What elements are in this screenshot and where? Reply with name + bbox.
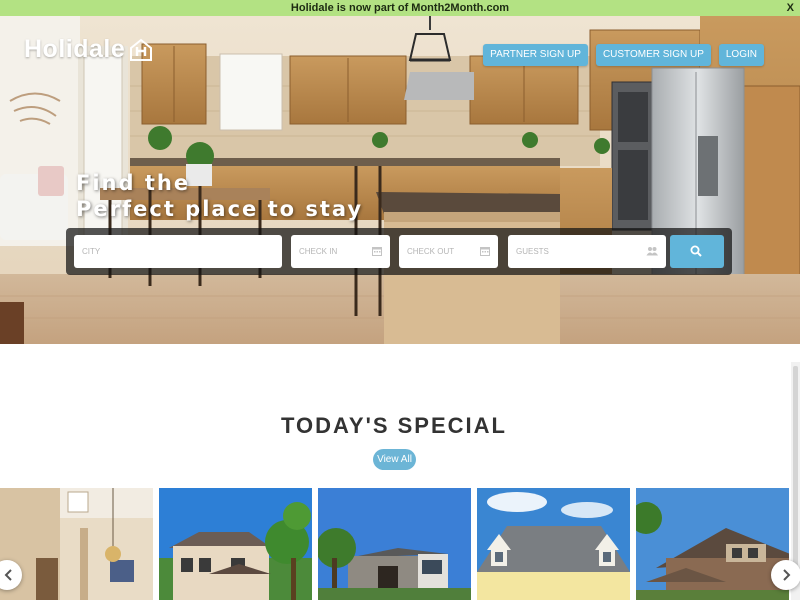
guests-input[interactable]: GUESTS bbox=[508, 235, 666, 268]
brand-name: Holidale bbox=[24, 35, 126, 63]
users-icon bbox=[646, 247, 658, 256]
property-image bbox=[318, 488, 471, 600]
chevron-left-icon bbox=[4, 569, 12, 581]
property-card[interactable] bbox=[159, 488, 312, 600]
search-icon bbox=[690, 245, 702, 257]
hero-headline: Find the Perfect place to stay bbox=[76, 170, 363, 222]
city-input[interactable]: CITY bbox=[74, 235, 282, 268]
top-nav: PARTNER SIGN UP CUSTOMER SIGN UP LOGIN bbox=[483, 44, 764, 66]
chevron-right-icon bbox=[783, 569, 791, 581]
guests-placeholder: GUESTS bbox=[516, 247, 549, 256]
property-card[interactable] bbox=[477, 488, 630, 600]
close-announcement-button[interactable]: X bbox=[787, 0, 794, 16]
property-card[interactable] bbox=[318, 488, 471, 600]
house-logo-icon bbox=[130, 38, 153, 61]
announcement-bar: Holidale is now part of Month2Month.com … bbox=[0, 0, 800, 16]
property-image bbox=[477, 488, 630, 600]
property-card[interactable] bbox=[636, 488, 789, 600]
search-button[interactable] bbox=[670, 235, 724, 268]
check-in-placeholder: CHECK IN bbox=[299, 247, 338, 256]
calendar-icon bbox=[480, 247, 490, 256]
property-image bbox=[159, 488, 312, 600]
announcement-text: Holidale is now part of Month2Month.com bbox=[290, 2, 510, 14]
search-bar: CITY CHECK IN CHECK OUT GUESTS bbox=[66, 228, 732, 275]
hero-headline-line2: Perfect place to stay bbox=[76, 197, 364, 221]
calendar-icon bbox=[372, 247, 382, 256]
city-placeholder: CITY bbox=[82, 247, 101, 256]
check-in-input[interactable]: CHECK IN bbox=[291, 235, 390, 268]
customer-signup-button[interactable]: CUSTOMER SIGN UP bbox=[595, 44, 711, 66]
hero-headline-line1: Find the bbox=[76, 171, 191, 195]
check-out-input[interactable]: CHECK OUT bbox=[399, 235, 498, 268]
holidale-logo[interactable]: Holidale bbox=[24, 35, 153, 64]
partner-signup-button[interactable]: PARTNER SIGN UP bbox=[483, 44, 588, 66]
hero-section: Holidale PARTNER SIGN UP CUSTOMER SIGN U… bbox=[0, 16, 800, 344]
property-image bbox=[0, 488, 153, 600]
login-button[interactable]: LOGIN bbox=[718, 44, 764, 66]
view-all-button[interactable]: View All bbox=[373, 449, 416, 470]
specials-heading: TODAY'S SPECIAL bbox=[281, 413, 507, 438]
property-image bbox=[636, 488, 789, 600]
carousel-next-button[interactable] bbox=[771, 560, 800, 590]
specials-carousel bbox=[0, 488, 800, 600]
property-card[interactable] bbox=[0, 488, 153, 600]
check-out-placeholder: CHECK OUT bbox=[407, 247, 455, 256]
